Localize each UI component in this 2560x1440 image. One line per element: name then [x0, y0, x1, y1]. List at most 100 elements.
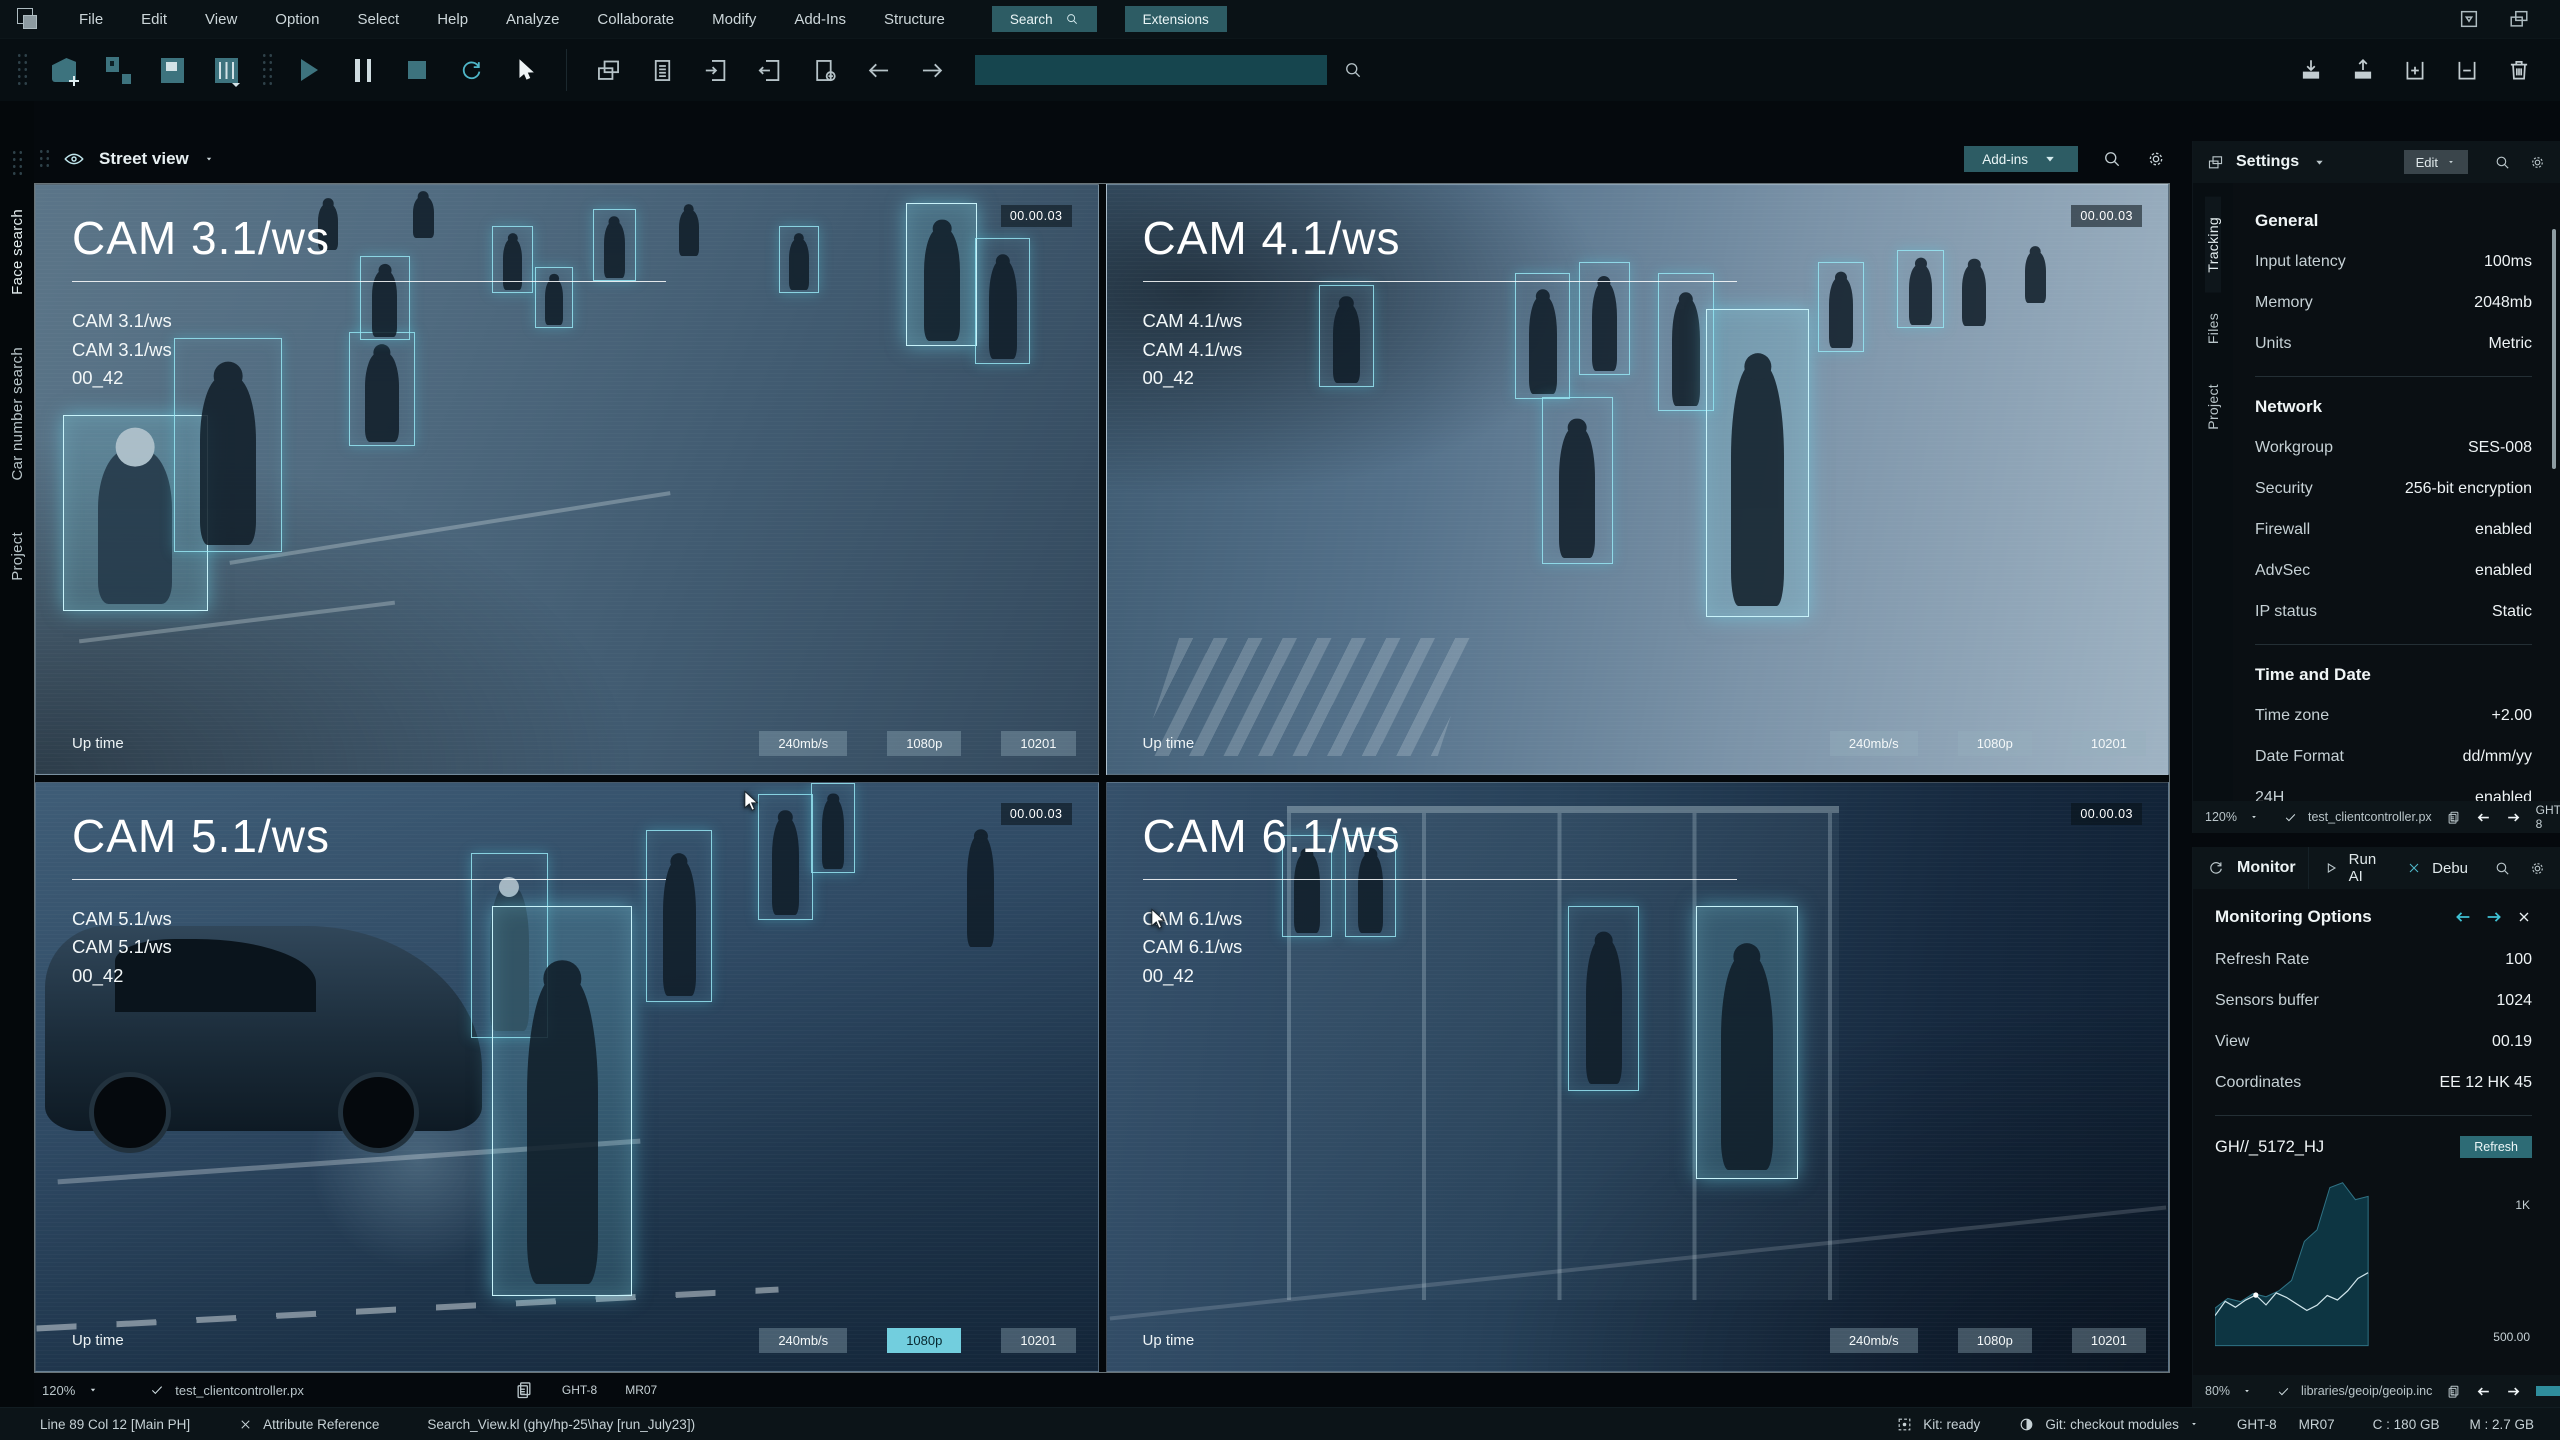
- attribute-reference-status[interactable]: Attribute Reference: [238, 1417, 379, 1432]
- menu-analyze[interactable]: Analyze: [487, 11, 578, 28]
- monitor-row[interactable]: Sensors buffer1024: [2215, 992, 2532, 1010]
- monitor-active-file[interactable]: libraries/geoip/geoip.inc: [2276, 1384, 2432, 1399]
- edit-button[interactable]: Edit: [2404, 150, 2468, 174]
- sidebar-item-car-number-search[interactable]: Car number search: [9, 321, 26, 507]
- monitor-search-icon[interactable]: [2494, 860, 2511, 877]
- setting-row[interactable]: Firewallenabled: [2255, 521, 2532, 539]
- menu-view[interactable]: View: [186, 11, 256, 28]
- menu-add-ins[interactable]: Add-Ins: [775, 11, 865, 28]
- play-button[interactable]: [290, 51, 328, 89]
- sidebar-item-project[interactable]: Project: [9, 506, 26, 607]
- prev-arrow-icon[interactable]: [2454, 908, 2472, 926]
- loop-button[interactable]: [452, 51, 490, 89]
- setting-row[interactable]: Security256-bit encryption: [2255, 480, 2532, 498]
- menu-file[interactable]: File: [60, 11, 122, 28]
- back-arrow-icon[interactable]: [2476, 1384, 2491, 1399]
- settings-search-icon[interactable]: [2494, 154, 2511, 171]
- import-page-button[interactable]: [697, 51, 735, 89]
- viewport-drag-handle[interactable]: [38, 148, 49, 170]
- next-arrow-icon[interactable]: [2485, 908, 2503, 926]
- monitor-row[interactable]: Refresh Rate100: [2215, 951, 2532, 969]
- toolbar-search-input[interactable]: [975, 55, 1327, 85]
- close-icon[interactable]: [2516, 909, 2532, 925]
- active-file[interactable]: test_clientcontroller.px: [149, 1382, 304, 1398]
- setting-row[interactable]: AdvSecenabled: [2255, 562, 2532, 580]
- camera-feed-cam3[interactable]: CAM 3.1/ws CAM 3.1/ws CAM 3.1/ws 00_42 0…: [35, 184, 1099, 775]
- windows-button[interactable]: [589, 51, 627, 89]
- copy-icon[interactable]: [514, 1380, 534, 1400]
- toolbar-drag-handle-2[interactable]: [261, 52, 274, 88]
- window-layers-icon[interactable]: [2508, 8, 2530, 30]
- settings-active-file[interactable]: test_clientcontroller.px: [2283, 810, 2432, 825]
- monitor-footer-scrollbar[interactable]: [2536, 1386, 2560, 1396]
- monitor-gear-icon[interactable]: [2529, 860, 2546, 877]
- setting-row[interactable]: IP statusStatic: [2255, 603, 2532, 621]
- menu-modify[interactable]: Modify: [693, 11, 775, 28]
- panel-tool-button[interactable]: [153, 51, 191, 89]
- settings-scrollbar[interactable]: [2552, 229, 2556, 469]
- new-page-button[interactable]: [805, 51, 843, 89]
- setting-row[interactable]: UnitsMetric: [2255, 335, 2532, 353]
- settings-gear-icon[interactable]: [2529, 154, 2546, 171]
- settings-zoom-control[interactable]: 120%: [2205, 810, 2259, 824]
- camera-feed-cam5[interactable]: CAM 5.1/ws CAM 5.1/ws CAM 5.1/ws 00_42 0…: [35, 782, 1099, 1373]
- menu-edit[interactable]: Edit: [122, 11, 186, 28]
- stop-button[interactable]: [398, 51, 436, 89]
- levels-tool-button[interactable]: [207, 51, 245, 89]
- upload-icon[interactable]: [2350, 57, 2376, 83]
- chevron-down-icon[interactable]: [203, 153, 215, 165]
- setting-row[interactable]: 24Henabled: [2255, 789, 2532, 801]
- viewport-search-icon[interactable]: [2102, 149, 2122, 169]
- setting-row[interactable]: Input latency100ms: [2255, 253, 2532, 271]
- tab-tracking[interactable]: Tracking: [2205, 197, 2221, 293]
- tab-files[interactable]: Files: [2205, 293, 2221, 364]
- nav-back-button[interactable]: [859, 51, 897, 89]
- tab-run-ai[interactable]: Run AI: [2308, 847, 2394, 889]
- tab-project[interactable]: Project: [2205, 364, 2221, 450]
- forward-arrow-icon[interactable]: [2506, 1384, 2521, 1399]
- git-status[interactable]: Git: checkout modules: [2018, 1416, 2199, 1433]
- tab-debug[interactable]: Debu: [2406, 847, 2482, 889]
- pause-button[interactable]: [344, 51, 382, 89]
- select-cursor-button[interactable]: [506, 51, 544, 89]
- setting-row[interactable]: Time zone+2.00: [2255, 707, 2532, 725]
- monitor-row[interactable]: CoordinatesEE 12 HK 45: [2215, 1074, 2532, 1092]
- setting-row[interactable]: Memory2048mb: [2255, 294, 2532, 312]
- addins-button[interactable]: Add-ins: [1964, 146, 2078, 172]
- back-arrow-icon[interactable]: [2476, 810, 2491, 825]
- left-rail-drag-handle[interactable]: [11, 149, 24, 175]
- camera-feed-cam6[interactable]: CAM 6.1/ws CAM 6.1/ws CAM 6.1/ws 00_42 0…: [1106, 782, 2170, 1373]
- nav-forward-button[interactable]: [913, 51, 951, 89]
- viewport-gear-icon[interactable]: [2146, 149, 2166, 169]
- copy-icon[interactable]: [2446, 810, 2461, 825]
- copy-icon[interactable]: [2446, 1384, 2461, 1399]
- remove-box-icon[interactable]: [2454, 57, 2480, 83]
- menu-structure[interactable]: Structure: [865, 11, 964, 28]
- monitor-row[interactable]: View00.19: [2215, 1033, 2532, 1051]
- export-page-button[interactable]: [751, 51, 789, 89]
- camera-feed-cam4[interactable]: CAM 4.1/ws CAM 4.1/ws CAM 4.1/ws 00_42 0…: [1106, 184, 2170, 775]
- chevron-down-icon[interactable]: [2311, 154, 2328, 171]
- toolbar-drag-handle[interactable]: [16, 52, 29, 88]
- sidebar-item-face-search[interactable]: Face search: [9, 183, 26, 321]
- zoom-control[interactable]: 120%: [42, 1383, 99, 1398]
- menu-collaborate[interactable]: Collaborate: [578, 11, 693, 28]
- menu-help[interactable]: Help: [418, 11, 487, 28]
- toolbar-search-icon[interactable]: [1343, 60, 1363, 80]
- setting-row[interactable]: WorkgroupSES-008: [2255, 439, 2532, 457]
- extensions-button[interactable]: Extensions: [1125, 6, 1227, 32]
- refresh-button[interactable]: Refresh: [2460, 1136, 2532, 1158]
- objects-tool-button[interactable]: [99, 51, 137, 89]
- document-list-button[interactable]: [643, 51, 681, 89]
- filter-view-icon[interactable]: [2458, 8, 2480, 30]
- download-icon[interactable]: [2298, 57, 2324, 83]
- setting-row[interactable]: Date Formatdd/mm/yy: [2255, 748, 2532, 766]
- trash-icon[interactable]: [2506, 57, 2532, 83]
- shape-tool-button[interactable]: [45, 51, 83, 89]
- kit-status[interactable]: Kit: ready: [1896, 1416, 1980, 1433]
- forward-arrow-icon[interactable]: [2506, 810, 2521, 825]
- monitor-zoom-control[interactable]: 80%: [2205, 1384, 2252, 1398]
- add-box-icon[interactable]: [2402, 57, 2428, 83]
- menu-option[interactable]: Option: [256, 11, 338, 28]
- menu-select[interactable]: Select: [338, 11, 418, 28]
